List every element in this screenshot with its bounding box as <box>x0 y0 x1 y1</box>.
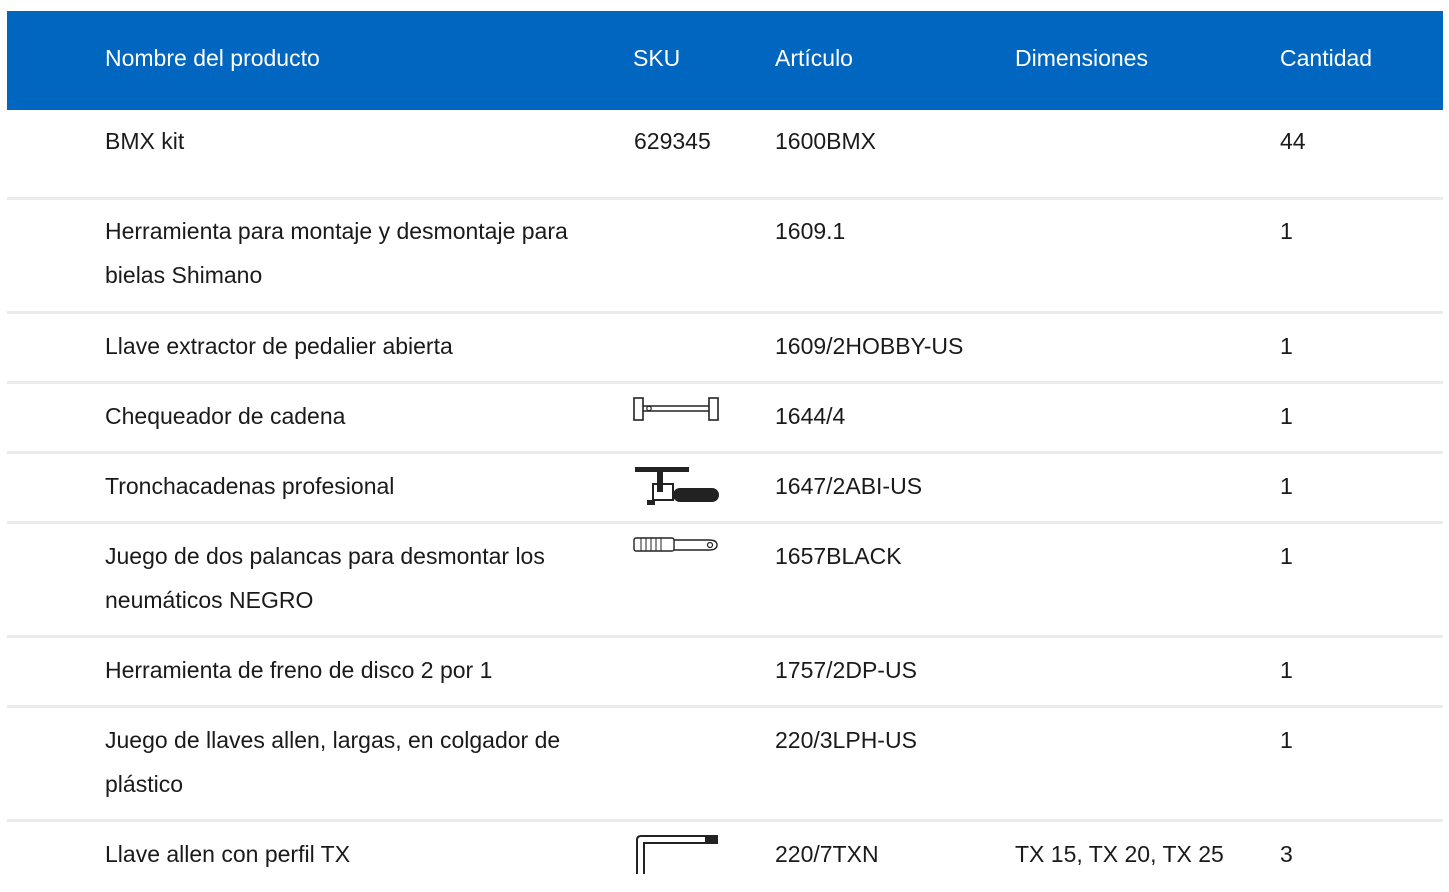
product-quantity: 1 <box>1280 403 1293 429</box>
table-row: Juego de dos palancas para desmontar los… <box>7 524 1443 638</box>
product-article: 1609/2HOBBY-US <box>775 333 964 359</box>
product-quantity: 1 <box>1280 543 1293 569</box>
product-dimensions: TX 15, TX 20, TX 25 <box>1015 841 1224 867</box>
header-article[interactable]: Artículo <box>775 44 853 72</box>
product-article: 1757/2DP-US <box>775 657 917 683</box>
product-sku: 629345 <box>634 128 711 154</box>
table-row: Herramienta de freno de disco 2 por 1 17… <box>7 638 1443 708</box>
product-quantity: 44 <box>1280 128 1306 154</box>
table-row: Llave extractor de pedalier abierta 1609… <box>7 314 1443 384</box>
product-name[interactable]: Herramienta para montaje y desmontaje pa… <box>105 209 605 297</box>
product-quantity: 1 <box>1280 727 1293 753</box>
header-sku[interactable]: SKU <box>633 44 680 72</box>
table-row: Chequeador de cadena 1644/4 1 <box>7 384 1443 454</box>
product-quantity: 1 <box>1280 218 1293 244</box>
product-name[interactable]: Llave extractor de pedalier abierta <box>105 324 605 368</box>
product-name[interactable]: Herramienta de freno de disco 2 por 1 <box>105 648 605 692</box>
product-article: 1657BLACK <box>775 543 902 569</box>
product-article: 1644/4 <box>775 403 846 429</box>
product-name[interactable]: Juego de dos palancas para desmontar los… <box>105 534 605 622</box>
product-article: 1600BMX <box>775 128 877 154</box>
product-name[interactable]: BMX kit <box>105 119 605 163</box>
product-article: 220/7TXN <box>775 841 879 867</box>
table-row: Juego de llaves allen, largas, en colgad… <box>7 708 1443 822</box>
header-quantity[interactable]: Cantidad <box>1280 44 1372 72</box>
chain-breaker-icon[interactable] <box>633 464 721 508</box>
product-quantity: 1 <box>1280 333 1293 359</box>
product-quantity: 1 <box>1280 657 1293 683</box>
table-row: BMX kit 629345 1600BMX 44 <box>7 110 1443 200</box>
table-row: Herramienta para montaje y desmontaje pa… <box>7 200 1443 314</box>
product-quantity: 3 <box>1280 841 1293 867</box>
product-article: 1609.1 <box>775 218 846 244</box>
header-product-name[interactable]: Nombre del producto <box>105 44 320 72</box>
chain-checker-icon[interactable] <box>633 396 719 422</box>
product-name[interactable]: Llave allen con perfil TX <box>105 832 605 876</box>
product-name[interactable]: Juego de llaves allen, largas, en colgad… <box>105 718 605 806</box>
product-article: 1647/2ABI-US <box>775 473 923 499</box>
product-quantity: 1 <box>1280 473 1293 499</box>
product-name[interactable]: Tronchacadenas profesional <box>105 464 605 508</box>
product-name[interactable]: Chequeador de cadena <box>105 394 605 438</box>
product-article: 220/3LPH-US <box>775 727 917 753</box>
table-row: Tronchacadenas profesional 1647/2ABI-US … <box>7 454 1443 524</box>
product-table: Nombre del producto SKU Artículo Dimensi… <box>7 11 1443 892</box>
header-dimensions[interactable]: Dimensiones <box>1015 44 1148 72</box>
table-header: Nombre del producto SKU Artículo Dimensi… <box>7 11 1443 110</box>
allen-key-icon[interactable] <box>633 834 719 874</box>
tire-lever-icon[interactable] <box>633 535 719 555</box>
